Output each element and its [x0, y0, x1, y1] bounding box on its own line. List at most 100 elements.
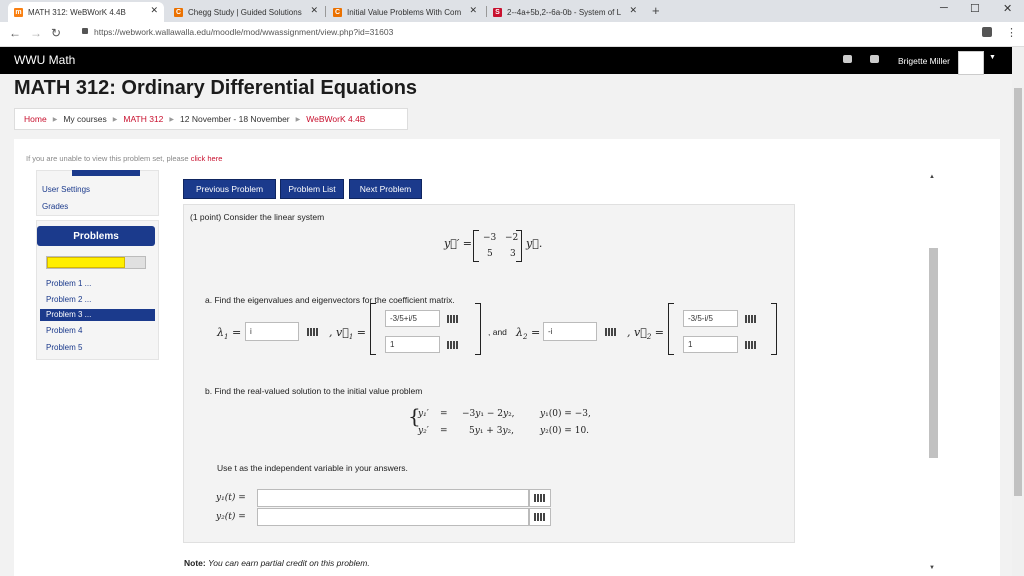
and-text: , and — [488, 327, 507, 337]
next-problem-button[interactable]: Next Problem — [349, 179, 422, 199]
symbolab-icon: S — [493, 7, 502, 17]
matrix-entry: 5 — [487, 249, 493, 259]
address-bar[interactable]: https://webwork.wallawalla.edu/moodle/mo… — [94, 27, 393, 37]
problem-3-link[interactable]: Problem 3 ... — [40, 309, 155, 321]
problem-2-link[interactable]: Problem 2 ... — [46, 295, 91, 304]
lambda2-label: λ2 = — [516, 326, 541, 342]
breadcrumb-separator-icon: ▶ — [169, 116, 175, 123]
messages-icon[interactable] — [870, 55, 879, 63]
problems-heading: Problems — [37, 226, 155, 246]
part-b-prompt: b. Find the real-valued solution to the … — [205, 386, 423, 396]
close-tab-icon[interactable]: ✕ — [150, 5, 158, 16]
v1-entry-1-input[interactable]: -3/5+i/5 — [385, 310, 440, 327]
chevron-down-icon[interactable]: ▼ — [989, 54, 996, 61]
note-label: Note: — [184, 558, 206, 568]
close-tab-icon[interactable]: ✕ — [469, 5, 477, 16]
note-text: You can earn partial credit on this prob… — [208, 558, 370, 568]
problem-list-button[interactable]: Problem List — [280, 179, 344, 199]
equation-editor-icon[interactable] — [740, 336, 762, 353]
breadcrumb-separator-icon: ▶ — [52, 116, 58, 123]
lock-icon — [82, 28, 88, 34]
lambda2-input[interactable]: -i — [543, 322, 597, 341]
grades-link[interactable]: Grades — [42, 202, 68, 211]
forward-arrow-icon[interactable]: → — [30, 26, 42, 40]
ivp-initial-1: y₁(0) = −3, — [540, 409, 591, 419]
breadcrumb-home[interactable]: Home — [24, 114, 47, 124]
v1-label: , v⃗1 = — [329, 326, 366, 342]
v2-label: , v⃗2 = — [627, 326, 664, 342]
v1-entry-2-input[interactable]: 1 — [385, 336, 440, 353]
previous-problem-button[interactable]: Previous Problem — [183, 179, 276, 199]
equation-editor-icon[interactable] — [529, 489, 551, 507]
equation-editor-icon[interactable] — [599, 322, 623, 341]
problem-5-link[interactable]: Problem 5 — [46, 343, 82, 352]
site-name[interactable]: WWU Math — [14, 53, 75, 67]
new-tab-button[interactable]: + — [652, 3, 660, 18]
chegg-icon: C — [174, 7, 183, 17]
breadcrumb-my-courses[interactable]: My courses — [63, 114, 106, 124]
lambda1-input[interactable]: i — [245, 322, 299, 341]
page-scrollbar-thumb[interactable] — [1014, 88, 1022, 496]
tab-divider — [325, 6, 326, 17]
matrix-right-bracket — [516, 230, 522, 262]
problem-1-link[interactable]: Problem 1 ... — [46, 279, 91, 288]
scroll-up-icon[interactable]: ▲ — [929, 174, 935, 180]
unable-text: If you are unable to view this problem s… — [26, 154, 191, 163]
progress-bar-fill — [47, 257, 125, 268]
tab-chegg-guided[interactable]: C Chegg Study | Guided Solutions ✕ — [168, 2, 324, 22]
v2-entry-2-input[interactable]: 1 — [683, 336, 738, 353]
notification-icon[interactable] — [843, 55, 852, 63]
click-here-link[interactable]: click here — [191, 154, 223, 163]
problem-set-header-cutoff — [72, 170, 140, 176]
maximize-button[interactable]: ☐ — [970, 2, 980, 15]
y2-answer-input[interactable] — [257, 508, 529, 526]
reload-icon[interactable]: ↻ — [51, 26, 61, 40]
breadcrumb: Home ▶ My courses ▶ MATH 312 ▶ 12 Novemb… — [14, 108, 408, 130]
matrix-entry: −3 — [483, 233, 497, 243]
equation-editor-icon[interactable] — [442, 310, 464, 327]
y1-answer-input[interactable] — [257, 489, 529, 507]
v1-left-bracket — [370, 303, 376, 355]
equation-editor-icon[interactable] — [442, 336, 464, 353]
tab-label: Chegg Study | Guided Solutions — [188, 7, 302, 17]
breadcrumb-assignment[interactable]: WeBWorK 4.4B — [306, 114, 365, 124]
breadcrumb-separator-icon: ▶ — [112, 116, 118, 123]
y-prime-label: y⃗′ = — [444, 237, 473, 250]
breadcrumb-course[interactable]: MATH 312 — [123, 114, 163, 124]
chegg-icon: C — [333, 7, 342, 17]
user-settings-link[interactable]: User Settings — [42, 185, 90, 194]
frame-scrollbar-thumb[interactable] — [929, 248, 938, 458]
y2-label: y₂(t) = — [216, 512, 246, 522]
equation-editor-icon[interactable] — [301, 322, 325, 341]
scroll-down-icon[interactable]: ▼ — [929, 565, 935, 571]
ivp-initial-2: y₂(0) = 10. — [540, 426, 590, 436]
avatar[interactable] — [958, 51, 984, 75]
tab-chegg-ivp[interactable]: C Initial Value Problems With Com ✕ — [327, 2, 483, 22]
y-vector-symbol: y⃗. — [526, 237, 543, 250]
v2-right-bracket — [771, 303, 777, 355]
close-tab-icon[interactable]: ✕ — [629, 5, 637, 16]
use-t-instruction: Use t as the independent variable in you… — [217, 463, 408, 473]
matrix-left-bracket — [473, 230, 479, 262]
tab-symbolab[interactable]: S 2--4a+5b,2--6a-0b - System of L ✕ — [487, 2, 643, 22]
equation-editor-icon[interactable] — [740, 310, 762, 327]
ivp-eq1-equals: = — [440, 409, 448, 419]
ivp-eq2-lhs: y₂′ — [418, 426, 429, 436]
back-arrow-icon[interactable]: ← — [9, 26, 21, 40]
lambda1-label: λ1 = — [217, 326, 242, 342]
close-window-button[interactable]: ✕ — [1003, 2, 1012, 15]
v2-entry-1-input[interactable]: -3/5-i/5 — [683, 310, 738, 327]
matrix-entry: 3 — [510, 249, 516, 259]
minimize-button[interactable]: ─ — [940, 2, 948, 14]
ivp-eq2-equals: = — [440, 426, 448, 436]
close-tab-icon[interactable]: ✕ — [310, 5, 318, 16]
problem-intro: (1 point) Consider the linear system — [190, 212, 325, 222]
tab-webwork[interactable]: m MATH 312: WeBWorK 4.4B ✕ — [8, 2, 164, 22]
browser-menu-icon[interactable]: ⋮ — [1006, 26, 1017, 39]
equation-editor-icon[interactable] — [529, 508, 551, 526]
extension-icon[interactable] — [982, 27, 992, 37]
breadcrumb-week[interactable]: 12 November - 18 November — [180, 114, 290, 124]
ivp-eq1-rhs: −3y₁ − 2y₂, — [462, 409, 515, 419]
user-name[interactable]: Brigette Miller — [898, 56, 950, 66]
problem-4-link[interactable]: Problem 4 — [46, 326, 82, 335]
